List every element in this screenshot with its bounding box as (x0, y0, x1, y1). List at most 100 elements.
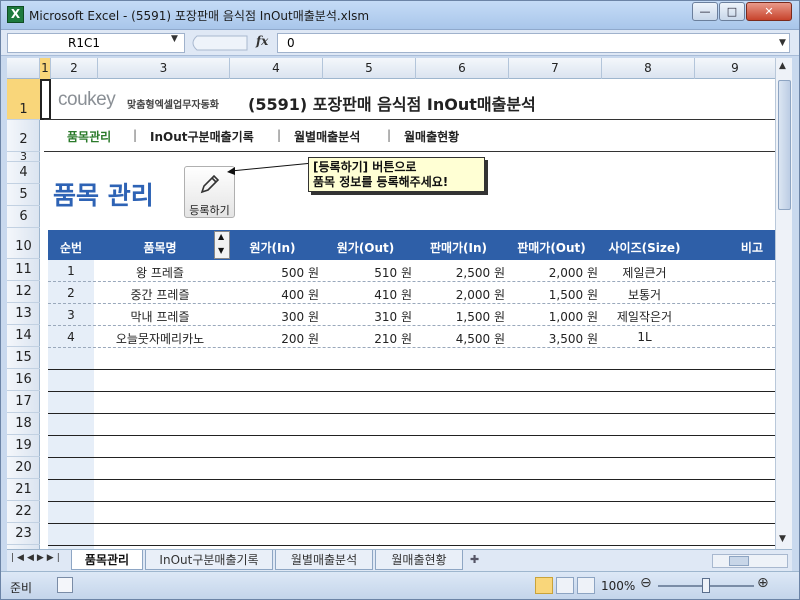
cell-price-in: 2,000 원 (455, 288, 505, 302)
row-header[interactable]: 3 (7, 151, 40, 162)
cell-price-out: 1,000 원 (548, 310, 598, 324)
chevron-down-icon[interactable]: ▼ (779, 38, 786, 48)
table-header-cell: 사이즈(Size) (608, 241, 681, 255)
chevron-up-icon[interactable]: ▲ (779, 61, 786, 71)
row-separator (48, 523, 775, 524)
row-header-bar: 1 2 3 4 5 6 10 11 12 13 14 15 16 17 18 1… (7, 79, 40, 549)
brand-subtitle: 맞춤형엑셀업무자동화 (127, 100, 219, 111)
column-header[interactable]: 3 (98, 58, 230, 79)
select-all-corner[interactable] (7, 58, 40, 79)
insert-sheet-icon[interactable]: ✚ (470, 553, 479, 566)
nav-tab-monthly-analysis[interactable]: 월별매출분석 (294, 128, 360, 145)
close-button[interactable]: ✕ (746, 2, 792, 21)
row-header[interactable]: 13 (7, 303, 40, 325)
column-header[interactable]: 6 (416, 58, 509, 79)
formula-input[interactable]: 0 (277, 33, 790, 53)
row-header[interactable]: 11 (7, 259, 40, 281)
column-header[interactable]: 7 (509, 58, 602, 79)
zoom-level[interactable]: 100% (601, 579, 635, 593)
nav-tab-monthly-status[interactable]: 월매출현황 (404, 128, 459, 145)
callout-note: [등록하기] 버튼으로 품목 정보를 등록해주세요! (308, 157, 485, 192)
column-header[interactable]: 8 (602, 58, 695, 79)
row-header[interactable]: 20 (7, 457, 40, 479)
banner-divider (44, 119, 775, 120)
status-bar: 준비 100% ⊖ ⊕ (0, 571, 800, 600)
row-header[interactable]: 4 (7, 162, 40, 184)
horizontal-scrollbar[interactable] (712, 554, 788, 568)
title-bar: X Microsoft Excel - (5591) 포장판매 음식점 InOu… (0, 0, 800, 30)
cell-size: 1L (637, 330, 652, 344)
row-header[interactable]: 21 (7, 479, 40, 501)
row-header[interactable]: 16 (7, 369, 40, 391)
cell-index: 4 (67, 330, 75, 344)
table-row[interactable]: 1 왕 프레즐 500 원 510 원 2,500 원 2,000 원 제일큰거 (48, 260, 775, 282)
cell-cost-out: 410 원 (374, 288, 412, 302)
cell-cost-out: 210 원 (374, 332, 412, 346)
cell-size: 제일큰거 (622, 266, 667, 280)
normal-view-icon[interactable] (535, 577, 553, 594)
sheet-tab-inout-sales[interactable]: InOut구분매출기록 (145, 550, 273, 570)
row-separator (48, 479, 775, 480)
function-icon[interactable]: fx (256, 34, 268, 48)
cell-index: 1 (67, 264, 75, 278)
sheet-tab-bar: |◀◀▶▶| 품목관리 InOut구분매출기록 월별매출분석 월매출현황 ✚ (7, 549, 792, 571)
row-header[interactable]: 5 (7, 184, 40, 206)
column-header[interactable]: 5 (323, 58, 416, 79)
row-header[interactable]: 23 (7, 523, 40, 545)
zoom-slider-handle[interactable] (702, 578, 710, 593)
row-header[interactable]: 19 (7, 435, 40, 457)
name-box[interactable]: R1C1 (7, 33, 185, 53)
scrollbar-thumb[interactable] (729, 556, 749, 566)
formula-expand-handle[interactable] (187, 34, 249, 52)
column-header[interactable]: 9 (695, 58, 775, 79)
sheet-nav-arrows[interactable]: |◀◀▶▶| (11, 553, 63, 563)
row-header[interactable]: 10 (7, 228, 40, 259)
table-row[interactable]: 4 오늘뭇자메리카노 200 원 210 원 4,500 원 3,500 원 1… (48, 326, 775, 348)
excel-app-icon[interactable]: X (7, 6, 24, 23)
row-separator (48, 303, 775, 304)
status-mode: 준비 (10, 581, 33, 595)
table-row[interactable]: 3 막내 프레즐 300 원 310 원 1,500 원 1,000 원 제일작… (48, 304, 775, 326)
row-separator (48, 281, 775, 282)
row-header[interactable]: 17 (7, 391, 40, 413)
column-header[interactable]: 4 (230, 58, 323, 79)
row-header[interactable]: 2 (7, 120, 40, 152)
cell-price-out: 2,000 원 (548, 266, 598, 280)
table-header-cell: 판매가(In) (429, 241, 488, 255)
cell-cost-in: 200 원 (281, 332, 319, 346)
row-header[interactable]: 14 (7, 325, 40, 347)
table-row[interactable]: 2 중간 프레즐 400 원 410 원 2,000 원 1,500 원 보통거 (48, 282, 775, 304)
minimize-button[interactable]: — (692, 2, 718, 21)
row-header[interactable]: 12 (7, 281, 40, 303)
chevron-down-icon[interactable]: ▼ (171, 34, 178, 44)
zoom-in-icon[interactable]: ⊕ (757, 575, 769, 591)
page-layout-view-icon[interactable] (556, 577, 574, 594)
page-break-view-icon[interactable] (577, 577, 595, 594)
sheet-tab-item-management[interactable]: 품목관리 (71, 550, 143, 570)
zoom-out-icon[interactable]: ⊖ (640, 575, 652, 591)
chevron-down-icon[interactable]: ▼ (218, 246, 224, 255)
cell-cost-in: 300 원 (281, 310, 319, 324)
scrollbar-thumb[interactable] (778, 80, 791, 210)
row-header[interactable]: 1 (7, 79, 40, 120)
row-header[interactable]: 6 (7, 206, 40, 228)
sheet-tab-monthly-analysis[interactable]: 월별매출분석 (275, 550, 373, 570)
sheet-tab-monthly-status[interactable]: 월매출현황 (375, 550, 463, 570)
column-header[interactable]: 2 (51, 58, 98, 79)
maximize-button[interactable]: □ (719, 2, 745, 21)
nav-tab-inout-sales[interactable]: InOut구분매출기록 (150, 128, 254, 145)
chevron-down-icon[interactable]: ▼ (779, 534, 786, 544)
column-header[interactable]: 1 (40, 58, 51, 79)
row-header[interactable]: 22 (7, 501, 40, 523)
row-header[interactable]: 15 (7, 347, 40, 369)
page-title: (5591) 포장판매 음식점 InOut매출분석 (248, 95, 536, 114)
vertical-scrollbar[interactable]: ▲ ▼ (775, 58, 792, 549)
row-separator (48, 369, 775, 370)
active-cell[interactable] (40, 79, 51, 120)
worksheet-grid[interactable]: coukey 맞춤형엑셀업무자동화 (5591) 포장판매 음식점 InOut매… (40, 79, 775, 549)
nav-tab-item-management[interactable]: 품목관리 (67, 128, 111, 145)
chevron-up-icon[interactable]: ▲ (218, 232, 224, 241)
row-header[interactable]: 18 (7, 413, 40, 435)
cell-cost-out: 310 원 (374, 310, 412, 324)
macro-record-icon[interactable] (57, 577, 73, 593)
